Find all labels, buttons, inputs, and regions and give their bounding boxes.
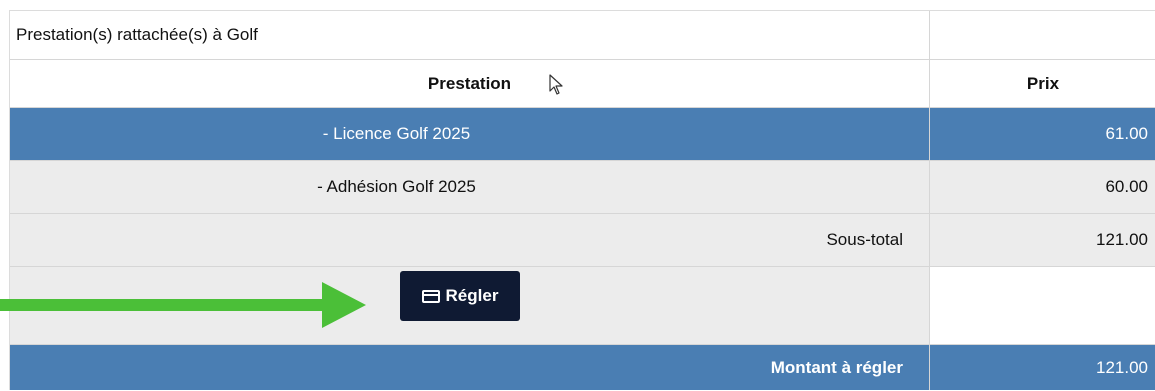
pay-button[interactable]: Régler	[400, 271, 520, 321]
table-title-row: Prestation(s) rattachée(s) à Golf	[10, 11, 1155, 60]
column-header-prestation[interactable]: Prestation	[10, 60, 930, 107]
credit-card-icon	[421, 289, 440, 303]
page: Prestation(s) rattachée(s) à Golf Presta…	[0, 0, 1155, 391]
table-row[interactable]: - Licence Golf 2025 61.00	[10, 108, 1155, 161]
total-label: Montant à régler	[10, 345, 930, 390]
subtotal-value: 121.00	[1096, 230, 1148, 249]
item-price: 61.00	[1105, 124, 1148, 143]
action-empty-cell	[930, 267, 1155, 344]
table-header-row: Prestation Prix	[10, 60, 1155, 108]
total-row: Montant à régler 121.00	[10, 345, 1155, 390]
item-label: - Licence Golf 2025	[10, 108, 930, 160]
item-label: - Adhésion Golf 2025	[10, 161, 930, 213]
green-arrow-icon	[0, 282, 366, 328]
subtotal-row: Sous-total 121.00	[10, 214, 1155, 267]
subtotal-label: Sous-total	[10, 214, 930, 266]
table-title: Prestation(s) rattachée(s) à Golf	[10, 11, 930, 59]
table-row[interactable]: - Adhésion Golf 2025 60.00	[10, 161, 1155, 214]
item-price: 60.00	[1105, 177, 1148, 196]
total-value: 121.00	[1096, 357, 1148, 377]
table-title-empty-cell	[930, 11, 1155, 59]
prestations-table: Prestation(s) rattachée(s) à Golf Presta…	[9, 10, 1155, 390]
pay-button-label: Régler	[445, 286, 499, 305]
column-header-prix[interactable]: Prix	[930, 60, 1155, 107]
mouse-cursor-icon	[549, 74, 563, 95]
